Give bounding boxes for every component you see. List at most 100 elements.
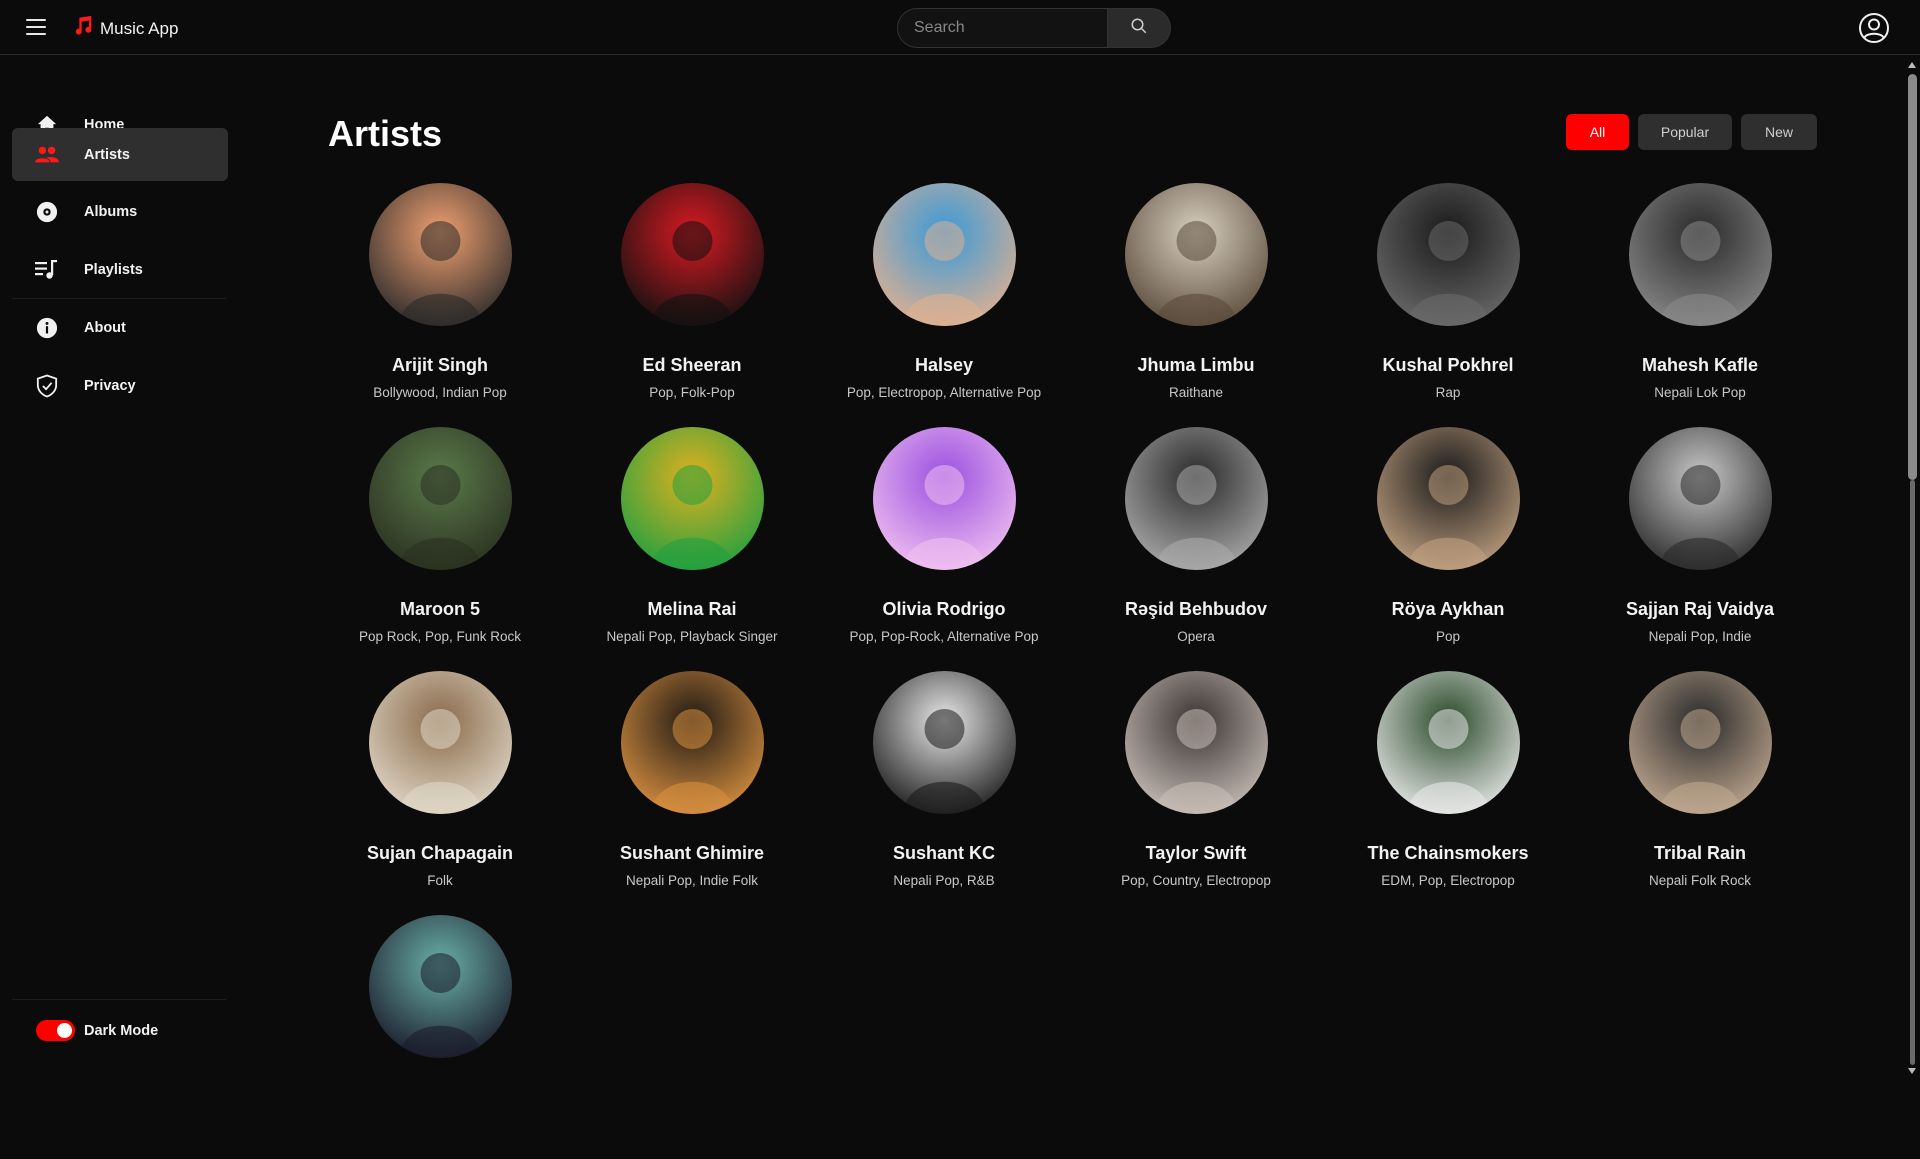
artist-genre: EDM, Pop, Electropop (1381, 873, 1515, 888)
disc-icon (35, 200, 59, 224)
artist-photo[interactable] (620, 427, 764, 570)
filter-new-button[interactable]: New (1741, 114, 1817, 150)
artist-photo[interactable] (1376, 671, 1520, 814)
artist-photo[interactable] (620, 183, 764, 326)
search-icon (1130, 17, 1148, 40)
sidebar-item-albums[interactable]: Albums (12, 185, 228, 238)
artist-photo[interactable] (1628, 183, 1772, 326)
artist-genre: Pop, Pop-Rock, Alternative Pop (849, 629, 1039, 644)
artist-card[interactable]: The Chainsmokers EDM, Pop, Electropop (1322, 671, 1574, 915)
sidebar-item-playlists[interactable]: Playlists (12, 243, 228, 296)
artist-card[interactable]: Melina Rai Nepali Pop, Playback Singer (566, 427, 818, 671)
artist-card[interactable]: Maroon 5 Pop Rock, Pop, Funk Rock (314, 427, 566, 671)
artist-photo[interactable] (620, 671, 764, 814)
search-bar (897, 8, 1171, 48)
filter-popular-button[interactable]: Popular (1638, 114, 1732, 150)
artist-card[interactable]: Kushal Pokhrel Rap (1322, 183, 1574, 427)
artist-genre: Nepali Pop, Indie (1648, 629, 1752, 644)
nav-divider (12, 298, 226, 299)
app-title: Music App (100, 18, 179, 38)
page-title: Artists (328, 113, 443, 154)
artist-name[interactable]: Halsey (915, 355, 973, 376)
artist-photo[interactable] (1376, 427, 1520, 570)
artist-genre: Bollywood, Indian Pop (373, 385, 507, 400)
sidebar-item-about[interactable]: About (12, 301, 228, 354)
menu-icon[interactable] (26, 19, 46, 36)
artist-card[interactable]: Sajjan Raj Vaidya Nepali Pop, Indie (1574, 427, 1826, 671)
artist-card[interactable]: Olivia Rodrigo Pop, Pop-Rock, Alternative… (818, 427, 1070, 671)
top-bar: Music App (0, 0, 1920, 55)
dark-mode-toggle[interactable]: Dark Mode (36, 1020, 158, 1041)
artist-photo[interactable] (872, 427, 1016, 570)
artist-card[interactable] (314, 915, 566, 1159)
artist-name[interactable]: Kushal Pokhrel (1382, 355, 1513, 376)
artist-card[interactable]: Mahesh Kafle Nepali Lok Pop (1574, 183, 1826, 427)
artist-photo[interactable] (368, 183, 512, 326)
search-input[interactable] (897, 8, 1107, 48)
artist-name[interactable]: Röya Aykhan (1392, 599, 1505, 620)
sidebar-item-label: Privacy (84, 377, 136, 394)
artist-card[interactable]: Jhuma Limbu Raithane (1070, 183, 1322, 427)
app-brand[interactable]: Music App (72, 15, 178, 42)
artist-photo[interactable] (1628, 671, 1772, 814)
search-button[interactable] (1107, 8, 1171, 48)
artist-name[interactable]: Olivia Rodrigo (882, 599, 1005, 620)
music-note-icon (72, 15, 94, 42)
artist-card[interactable]: Röya Aykhan Pop (1322, 427, 1574, 671)
sidebar-item-artists[interactable]: Artists (12, 128, 228, 181)
artist-genre: Pop, Country, Electropop (1121, 873, 1271, 888)
artist-photo[interactable] (1124, 183, 1268, 326)
artist-genre: Nepali Pop, R&B (893, 873, 995, 888)
artist-name[interactable]: Rəşid Behbudov (1125, 599, 1267, 620)
artist-name[interactable]: Melina Rai (647, 599, 736, 620)
sidebar-item-privacy[interactable]: Privacy (12, 359, 228, 412)
artist-photo[interactable] (368, 427, 512, 570)
artist-genre: Pop (1435, 629, 1461, 644)
artist-name[interactable]: The Chainsmokers (1367, 843, 1528, 864)
artist-name[interactable]: Maroon 5 (400, 599, 480, 620)
artist-name[interactable]: Ed Sheeran (642, 355, 741, 376)
scroll-down-arrow-icon[interactable] (1908, 1068, 1916, 1074)
artist-photo[interactable] (872, 183, 1016, 326)
user-avatar-icon[interactable] (1858, 12, 1890, 44)
artist-photo[interactable] (368, 671, 512, 814)
artist-name[interactable]: Sujan Chapagain (367, 843, 513, 864)
artist-card[interactable]: Halsey Pop, Electropop, Alternative Pop (818, 183, 1070, 427)
artist-photo[interactable] (872, 671, 1016, 814)
artist-photo[interactable] (1124, 427, 1268, 570)
artist-genre: Nepali Pop, Playback Singer (606, 629, 778, 644)
artist-genre: Nepali Pop, Indie Folk (625, 873, 759, 888)
artist-name[interactable]: Sushant KC (893, 843, 995, 864)
artist-card[interactable]: Sushant Ghimire Nepali Pop, Indie Folk (566, 671, 818, 915)
artist-name[interactable]: Sushant Ghimire (620, 843, 764, 864)
artist-card[interactable]: Ed Sheeran Pop, Folk-Pop (566, 183, 818, 427)
artist-photo[interactable] (1124, 671, 1268, 814)
artist-name[interactable]: Sajjan Raj Vaidya (1626, 599, 1774, 620)
sidebar-item-label: Playlists (84, 261, 143, 278)
artist-card[interactable]: Rəşid Behbudov Opera (1070, 427, 1322, 671)
artist-card[interactable]: Arijit Singh Bollywood, Indian Pop (314, 183, 566, 427)
sidebar-item-label: Artists (84, 146, 130, 163)
toggle-switch[interactable] (36, 1020, 75, 1041)
artist-card[interactable]: Sujan Chapagain Folk (314, 671, 566, 915)
toggle-knob (57, 1023, 72, 1038)
artist-genre: Pop, Electropop, Alternative Pop (846, 385, 1042, 400)
artist-photo[interactable] (1628, 427, 1772, 570)
scroll-up-arrow-icon[interactable] (1908, 62, 1916, 68)
filter-all-button[interactable]: All (1566, 114, 1629, 150)
artist-name[interactable]: Taylor Swift (1146, 843, 1247, 864)
artist-name[interactable]: Arijit Singh (392, 355, 488, 376)
artist-name[interactable]: Jhuma Limbu (1137, 355, 1254, 376)
artist-card[interactable]: Sushant KC Nepali Pop, R&B (818, 671, 1070, 915)
artist-name[interactable]: Mahesh Kafle (1642, 355, 1758, 376)
artist-name[interactable]: Tribal Rain (1654, 843, 1746, 864)
scrollbar-thumb[interactable] (1908, 74, 1917, 480)
artist-card[interactable]: Tribal Rain Nepali Folk Rock (1574, 671, 1826, 915)
users-icon (35, 143, 59, 167)
footer-divider (12, 999, 226, 1000)
artist-photo[interactable] (368, 915, 512, 1058)
artist-photo[interactable] (1376, 183, 1520, 326)
artist-genre: Folk (427, 873, 453, 888)
artist-card[interactable]: Taylor Swift Pop, Country, Electropop (1070, 671, 1322, 915)
scrollbar-track[interactable] (1910, 480, 1915, 1065)
